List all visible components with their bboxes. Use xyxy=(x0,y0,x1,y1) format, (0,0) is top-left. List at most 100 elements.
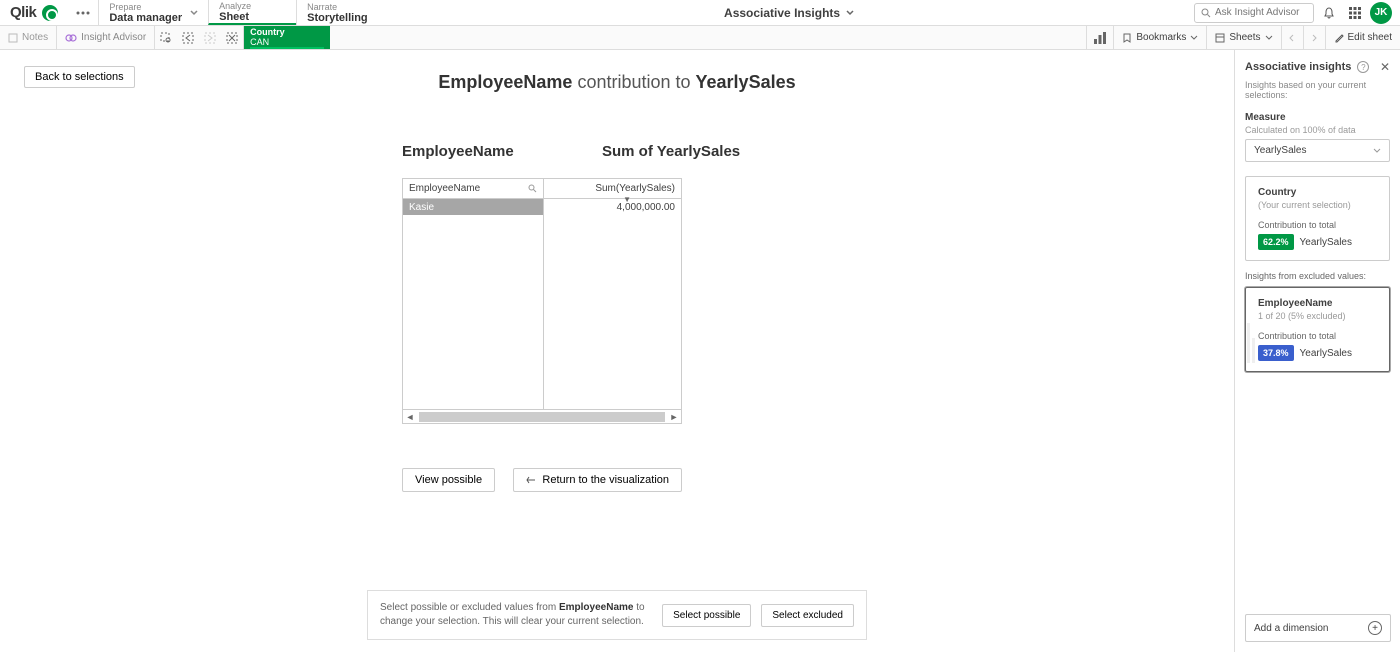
title-field: EmployeeName xyxy=(438,72,572,92)
select-excluded-button[interactable]: Select excluded xyxy=(761,604,854,627)
sort-indicator-icon: ▼ xyxy=(623,195,631,204)
chevron-down-icon xyxy=(190,9,198,17)
search-icon xyxy=(1201,8,1211,18)
step-forward-button[interactable] xyxy=(199,27,221,49)
sheets-button[interactable]: Sheets xyxy=(1206,26,1280,49)
nav-tab-narrate-bottom: Storytelling xyxy=(307,12,374,24)
th-name-label: EmployeeName xyxy=(409,183,480,194)
sheets-label: Sheets xyxy=(1229,32,1260,43)
scroll-right-button[interactable]: ► xyxy=(667,412,681,422)
card1-contrib-label: Contribution to total xyxy=(1258,220,1377,230)
chevron-left-icon xyxy=(1288,34,1296,42)
help-icon[interactable]: ? xyxy=(1357,61,1369,73)
user-avatar[interactable]: JK xyxy=(1370,2,1392,24)
measure-value: YearlySales xyxy=(1254,145,1306,156)
th-value-label: Sum(YearlySales) xyxy=(595,183,675,194)
chevron-right-icon xyxy=(1310,34,1318,42)
search-column-icon[interactable] xyxy=(528,184,537,193)
table-right-col: Sum(YearlySales) ▼ 4,000,000.00 xyxy=(544,178,682,410)
card1-metric: YearlySales xyxy=(1300,237,1352,248)
insight-card-selection[interactable]: Country (Your current selection) Contrib… xyxy=(1245,176,1390,261)
next-sheet-button[interactable] xyxy=(1303,26,1325,49)
table-cell-value: 4,000,000.00 xyxy=(544,199,681,215)
associative-insights-panel: Associative insights ? ✕ Insights based … xyxy=(1234,50,1400,652)
nav-tab-prepare[interactable]: Prepare Data manager xyxy=(98,0,208,25)
excluded-section-label: Insights from excluded values: xyxy=(1245,271,1390,281)
nav-tab-narrate[interactable]: Narrate Storytelling xyxy=(296,0,384,25)
notes-icon xyxy=(8,33,18,43)
bottom-text-field: EmployeeName xyxy=(559,602,633,613)
undo-selection-icon xyxy=(182,32,194,44)
data-table: EmployeeName Kasie Sum(YearlySales) ▼ xyxy=(402,178,682,410)
insight-advisor-label: Insight Advisor xyxy=(81,32,146,43)
bottom-text-pre: Select possible or excluded values from xyxy=(380,602,559,613)
nav-tab-narrate-top: Narrate xyxy=(307,2,374,12)
selections-tool-button[interactable] xyxy=(1086,26,1113,49)
table-horizontal-scrollbar[interactable]: ◄ ► xyxy=(402,410,682,424)
measure-hint: Calculated on 100% of data xyxy=(1245,125,1390,135)
return-icon xyxy=(526,476,536,484)
bell-icon xyxy=(1323,7,1335,19)
chevron-down-icon xyxy=(1265,34,1273,42)
app-title-dropdown[interactable]: Associative Insights xyxy=(384,0,1194,25)
chevron-down-icon xyxy=(1190,34,1198,42)
more-menu-button[interactable] xyxy=(68,0,98,25)
close-panel-button[interactable]: ✕ xyxy=(1380,60,1390,74)
bookmark-icon xyxy=(1122,33,1132,43)
col-header-employeename: EmployeeName xyxy=(402,143,602,160)
scroll-left-button[interactable]: ◄ xyxy=(403,412,417,422)
selection-chip-label: Country xyxy=(250,27,324,37)
selections-icon xyxy=(1093,31,1107,45)
selection-chip-country[interactable]: Country CAN xyxy=(244,26,330,49)
panel-header: Associative insights ? ✕ xyxy=(1245,60,1390,74)
table-header-name[interactable]: EmployeeName xyxy=(403,179,543,199)
top-bar: Qlik Prepare Data manager Analyze Sheet … xyxy=(0,0,1400,26)
select-possible-button[interactable]: Select possible xyxy=(662,604,751,627)
card2-title: EmployeeName xyxy=(1258,298,1377,309)
card1-subtitle: (Your current selection) xyxy=(1258,200,1377,210)
search-selection-icon xyxy=(160,32,172,44)
smart-search-button[interactable] xyxy=(155,27,177,49)
measure-select[interactable]: YearlySales xyxy=(1245,139,1390,162)
table-header-value[interactable]: Sum(YearlySales) ▼ xyxy=(544,179,681,199)
clear-selections-button[interactable] xyxy=(221,27,243,49)
bookmarks-button[interactable]: Bookmarks xyxy=(1113,26,1206,49)
back-to-selections-button[interactable]: Back to selections xyxy=(24,66,135,88)
grid-icon xyxy=(1349,7,1361,19)
selection-tools xyxy=(155,26,244,49)
scroll-track[interactable] xyxy=(419,412,665,422)
card2-contrib-label: Contribution to total xyxy=(1258,331,1377,341)
search-box[interactable] xyxy=(1194,3,1314,23)
notes-label: Notes xyxy=(22,32,48,43)
main-wrap: Back to selections EmployeeName contribu… xyxy=(0,50,1400,652)
insight-advisor-button[interactable]: Insight Advisor xyxy=(57,26,155,49)
edit-sheet-label: Edit sheet xyxy=(1348,32,1392,43)
notes-button[interactable]: Notes xyxy=(0,26,57,49)
notifications-button[interactable] xyxy=(1318,2,1340,24)
bottom-action-bar: Select possible or excluded values from … xyxy=(367,590,867,640)
dots-icon xyxy=(76,11,90,15)
add-dimension-button[interactable]: Add a dimension + xyxy=(1245,614,1391,642)
edit-sheet-button[interactable]: Edit sheet xyxy=(1325,26,1400,49)
table-area: EmployeeName Sum of YearlySales Employee… xyxy=(402,143,922,492)
panel-subtitle: Insights based on your current selection… xyxy=(1245,80,1390,100)
return-visualization-button[interactable]: Return to the visualization xyxy=(513,468,682,492)
search-input[interactable] xyxy=(1215,7,1307,18)
nav-tab-analyze-bottom: Sheet xyxy=(219,11,286,23)
table-actions: View possible Return to the visualizatio… xyxy=(402,468,682,492)
nav-tab-prepare-bottom: Data manager xyxy=(109,12,182,24)
apps-grid-button[interactable] xyxy=(1344,2,1366,24)
logo-icon xyxy=(42,5,58,21)
pencil-icon xyxy=(1334,33,1344,43)
column-headers: EmployeeName Sum of YearlySales xyxy=(402,143,922,160)
prev-sheet-button[interactable] xyxy=(1281,26,1303,49)
table-cell-name[interactable]: Kasie xyxy=(403,199,543,215)
view-possible-button[interactable]: View possible xyxy=(402,468,495,492)
chevron-down-icon xyxy=(1373,147,1381,155)
insight-card-excluded[interactable]: EmployeeName 1 of 20 (5% excluded) Contr… xyxy=(1245,287,1390,372)
redo-selection-icon xyxy=(204,32,216,44)
step-back-button[interactable] xyxy=(177,27,199,49)
nav-tab-analyze[interactable]: Analyze Sheet xyxy=(208,0,296,25)
card2-subtitle: 1 of 20 (5% excluded) xyxy=(1258,311,1377,321)
header-right-controls: JK xyxy=(1194,0,1400,25)
